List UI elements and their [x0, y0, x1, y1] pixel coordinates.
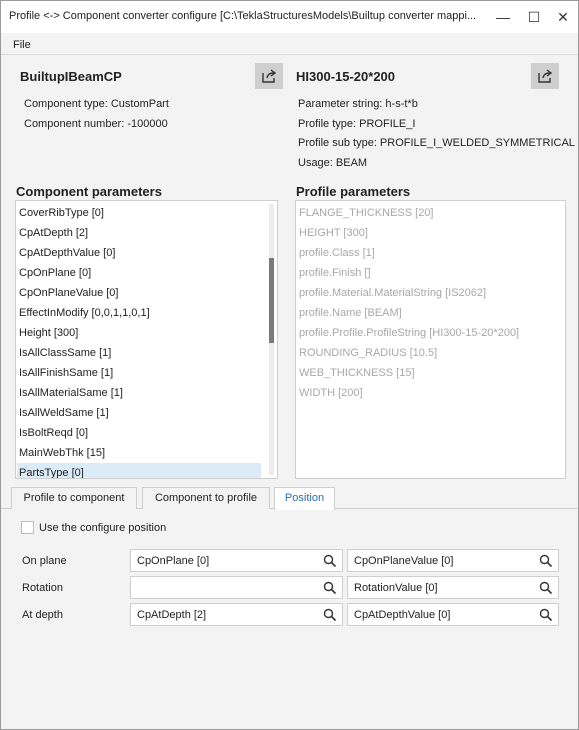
converter-window: Profile <-> Component converter configur…	[0, 0, 579, 730]
list-item[interactable]: profile.Class [1]	[297, 243, 563, 263]
rotation-value-value: RotationValue [0]	[354, 582, 438, 594]
tab-component-to-profile[interactable]: Component to profile	[142, 487, 270, 509]
list-item[interactable]: WEB_THICKNESS [15]	[297, 363, 563, 383]
component-parameters-title: Component parameters	[16, 184, 162, 199]
profile-usage: Usage: BEAM	[298, 157, 368, 169]
at-depth-field[interactable]: CpAtDepth [2]	[130, 603, 343, 626]
at-depth-value-field[interactable]: CpAtDepthValue [0]	[347, 603, 559, 626]
list-item[interactable]: FLANGE_THICKNESS [20]	[297, 203, 563, 223]
component-name: BuiltupIBeamCP	[20, 69, 122, 84]
profile-type: Profile type: PROFILE_I	[298, 118, 416, 130]
on-plane-label: On plane	[22, 555, 67, 567]
use-configure-position-checkbox[interactable]	[21, 521, 34, 534]
profile-parameters-title: Profile parameters	[296, 184, 411, 199]
list-item[interactable]: MainWebThk [15]	[17, 443, 261, 463]
profile-name: HI300-15-20*200	[296, 69, 396, 84]
list-item[interactable]: HEIGHT [300]	[297, 223, 563, 243]
list-item[interactable]: WIDTH [200]	[297, 383, 563, 403]
list-item[interactable]: profile.Material.MaterialString [IS2062]	[297, 283, 563, 303]
component-export-button[interactable]	[255, 63, 283, 89]
export-icon	[262, 69, 277, 83]
list-item[interactable]: IsAllMaterialSame [1]	[17, 383, 261, 403]
component-number: Component number: -100000	[24, 118, 168, 130]
maximize-button[interactable]: ☐	[519, 1, 549, 33]
list-item[interactable]: IsBoltReqd [0]	[17, 423, 261, 443]
menu-bar: File	[1, 35, 578, 55]
menu-file[interactable]: File	[13, 39, 31, 51]
search-icon[interactable]	[539, 554, 553, 568]
list-item[interactable]: profile.Profile.ProfileString [HI300-15-…	[297, 323, 563, 343]
profile-sub-type: Profile sub type: PROFILE_I_WELDED_SYMME…	[298, 137, 575, 149]
rotation-field[interactable]	[130, 576, 343, 599]
search-icon[interactable]	[539, 608, 553, 622]
list-item[interactable]: CpOnPlane [0]	[17, 263, 261, 283]
on-plane-value: CpOnPlane [0]	[137, 555, 210, 567]
search-icon[interactable]	[323, 554, 337, 568]
scrollbar-thumb[interactable]	[269, 258, 274, 343]
component-type: Component type: CustomPart	[24, 98, 169, 110]
list-item[interactable]: CpAtDepth [2]	[17, 223, 261, 243]
list-item[interactable]: CpAtDepthValue [0]	[17, 243, 261, 263]
rotation-value-field[interactable]: RotationValue [0]	[347, 576, 559, 599]
profile-export-button[interactable]	[531, 63, 559, 89]
list-item[interactable]: PartsType [0]	[17, 463, 261, 478]
export-icon	[538, 69, 553, 83]
list-item[interactable]: CpOnPlaneValue [0]	[17, 283, 261, 303]
on-plane-field[interactable]: CpOnPlane [0]	[130, 549, 343, 572]
title-bar: Profile <-> Component converter configur…	[1, 1, 578, 33]
window-title: Profile <-> Component converter configur…	[9, 10, 477, 22]
tab-position[interactable]: Position	[274, 487, 335, 510]
list-item[interactable]: EffectInModify [0,0,1,1,0,1]	[17, 303, 261, 323]
minimize-button[interactable]: —	[488, 1, 518, 33]
profile-parameter-string: Parameter string: h-s-t*b	[298, 98, 418, 110]
at-depth-label: At depth	[22, 609, 63, 621]
on-plane-value-value: CpOnPlaneValue [0]	[354, 555, 454, 567]
tab-profile-to-component[interactable]: Profile to component	[11, 487, 137, 509]
search-icon[interactable]	[323, 608, 337, 622]
list-item[interactable]: IsAllFinishSame [1]	[17, 363, 261, 383]
list-item[interactable]: Height [300]	[17, 323, 261, 343]
at-depth-value-value: CpAtDepthValue [0]	[354, 609, 451, 621]
use-configure-position-label: Use the configure position	[39, 522, 167, 534]
profile-parameters-list[interactable]: FLANGE_THICKNESS [20] HEIGHT [300] profile…	[295, 200, 566, 479]
component-parameters-list[interactable]: CoverRibType [0] CpAtDepth [2] CpAtDepthVa…	[15, 200, 278, 479]
list-item[interactable]: profile.Name [BEAM]	[297, 303, 563, 323]
list-item[interactable]: ROUNDING_RADIUS [10.5]	[297, 343, 563, 363]
rotation-label: Rotation	[22, 582, 63, 594]
list-item[interactable]: profile.Finish []	[297, 263, 563, 283]
list-item[interactable]: IsAllClassSame [1]	[17, 343, 261, 363]
list-item[interactable]: CoverRibType [0]	[17, 203, 261, 223]
search-icon[interactable]	[323, 581, 337, 595]
tab-bar: Profile to component Component to profil…	[1, 487, 578, 510]
search-icon[interactable]	[539, 581, 553, 595]
list-item[interactable]: IsAllWeldSame [1]	[17, 403, 261, 423]
on-plane-value-field[interactable]: CpOnPlaneValue [0]	[347, 549, 559, 572]
close-button[interactable]: ✕	[548, 1, 578, 33]
at-depth-value: CpAtDepth [2]	[137, 609, 207, 621]
